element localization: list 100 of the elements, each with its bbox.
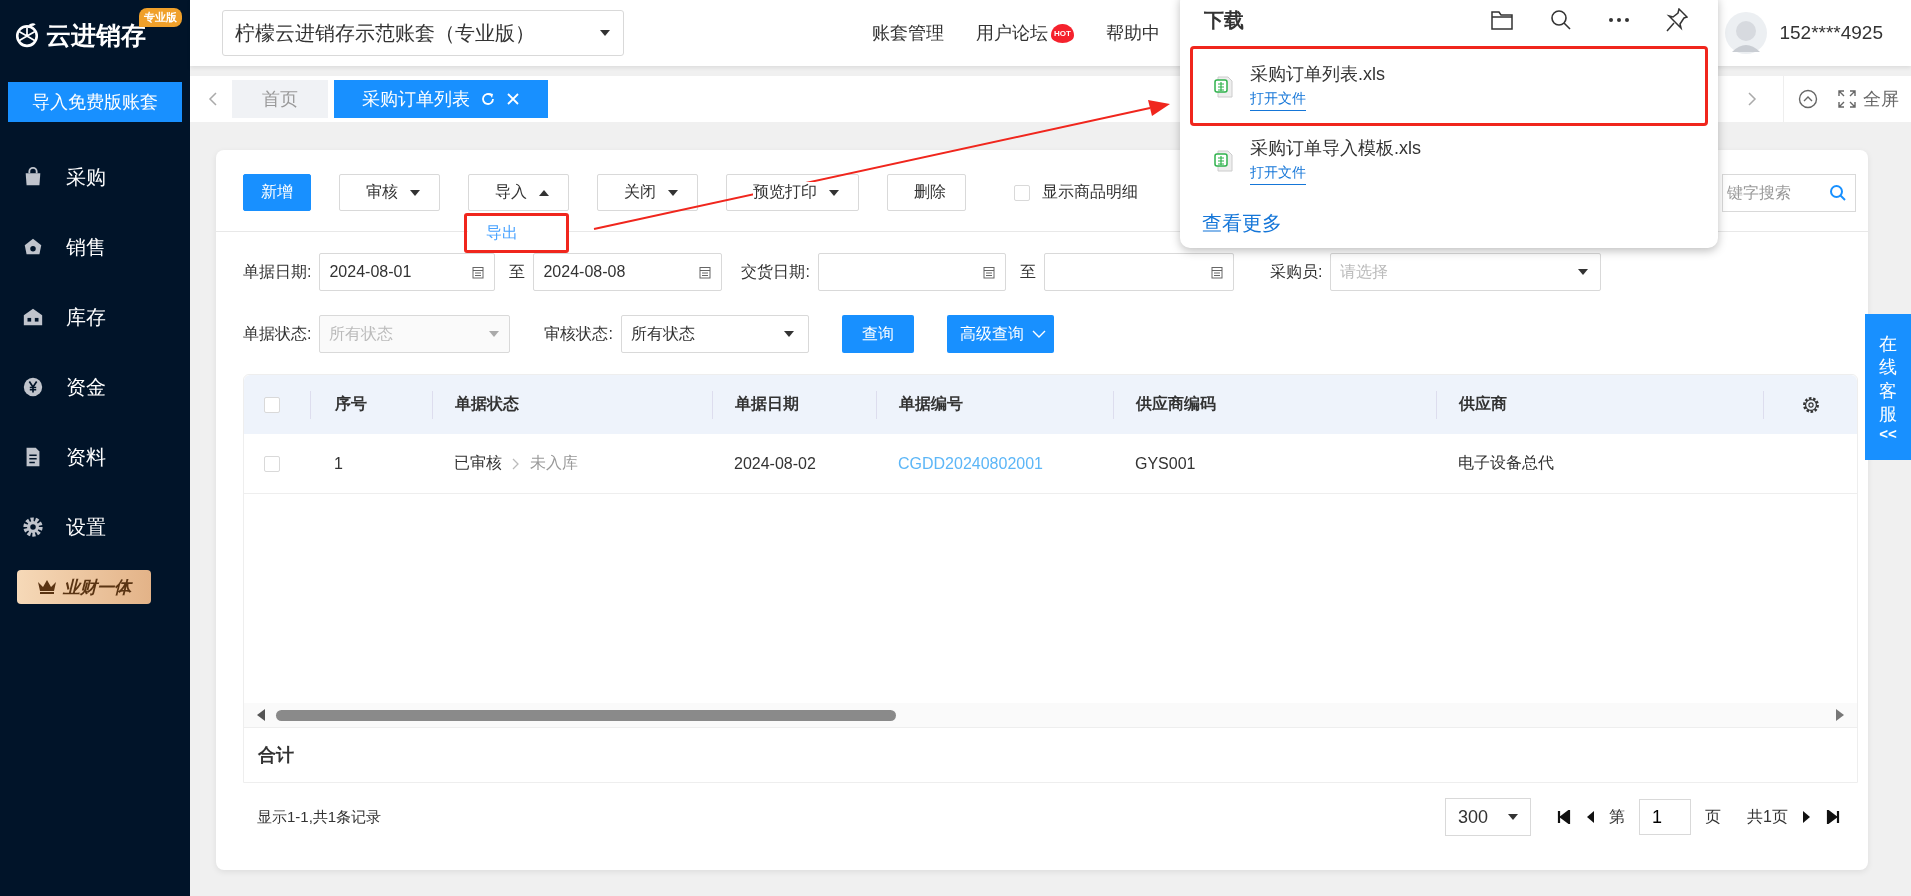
nav-link[interactable]: 用户论坛 HOT — [976, 21, 1074, 45]
date-field[interactable] — [1043, 253, 1234, 291]
spreadsheet-file-icon — [1214, 148, 1234, 172]
spreadsheet-file-icon — [1214, 74, 1234, 98]
sidebar-menu-item[interactable]: 库存 — [0, 282, 190, 352]
page-suffix: 页 — [1705, 806, 1722, 827]
column-header: 单据编号 — [876, 390, 1113, 419]
column-header: 单据状态 — [432, 390, 712, 419]
table-cell-text: 电子设备总代 — [1457, 453, 1555, 473]
close-icon[interactable] — [506, 92, 520, 106]
toolbar-button[interactable]: 导入 — [468, 174, 569, 211]
sidebar-menu-item[interactable]: 设置 — [0, 492, 190, 562]
calendar-icon — [982, 265, 995, 279]
downloads-title: 下载 — [1204, 7, 1244, 33]
caret-icon — [599, 29, 611, 37]
avatar-icon — [1725, 12, 1768, 54]
collapse-up-icon[interactable] — [1798, 89, 1818, 109]
folder-icon[interactable] — [1490, 9, 1514, 31]
filter-label: 审核状态: — [544, 323, 613, 344]
date-field[interactable]: 2024-08-01 — [319, 253, 496, 291]
date-field[interactable] — [817, 253, 1006, 291]
caret-icon — [829, 189, 839, 196]
date-field[interactable]: 2024-08-08 — [533, 253, 723, 291]
scrollbar-thumb[interactable] — [276, 709, 896, 721]
promo-badge[interactable]: 业财一体 — [17, 570, 151, 604]
toolbar-button[interactable]: 删除 — [887, 174, 966, 211]
edition-badge: 专业版 — [139, 8, 182, 27]
account-select[interactable]: 柠檬云进销存示范账套（专业版） — [222, 10, 624, 56]
checkbox[interactable] — [264, 396, 280, 413]
column-header: 供应商 — [1436, 390, 1763, 419]
open-file-link[interactable]: 打开文件 — [1250, 89, 1306, 111]
more-icon[interactable] — [1608, 17, 1630, 23]
caret-icon — [668, 189, 678, 196]
chevron-down-icon — [1031, 330, 1046, 338]
fullscreen-icon — [1838, 90, 1856, 108]
see-more-link[interactable]: 查看更多 — [1190, 210, 1282, 237]
checkbox-label: 显示商品明细 — [1042, 182, 1138, 202]
filter-label: 采购员: — [1269, 261, 1323, 282]
toolbar-button[interactable]: 审核 — [339, 174, 440, 211]
fullscreen-button[interactable]: 全屏 — [1838, 87, 1899, 111]
checkbox[interactable] — [264, 455, 280, 472]
calendar-icon — [472, 265, 485, 279]
caret-icon — [1508, 814, 1519, 820]
search-icon[interactable] — [1550, 9, 1572, 31]
previous-page-icon[interactable] — [1585, 810, 1596, 824]
record-summary: 显示1-1,共1条记录 — [256, 807, 382, 827]
hot-badge: HOT — [1051, 23, 1074, 43]
horizontal-scrollbar[interactable] — [244, 703, 1857, 727]
caret-icon — [489, 331, 500, 337]
lemon-logo-icon — [14, 22, 40, 48]
open-file-link[interactable]: 打开文件 — [1250, 163, 1306, 185]
chevron-right-icon — [512, 457, 520, 470]
file-name: 采购订单导入模板.xls — [1250, 136, 1421, 160]
yen-coin-icon — [22, 376, 44, 398]
sidebar-menu-item[interactable]: 资料 — [0, 422, 190, 492]
calendar-icon — [1210, 265, 1223, 279]
filter-label: 单据状态: — [243, 323, 312, 344]
search-field[interactable]: 键字搜索 — [1722, 173, 1856, 212]
page-size-select[interactable]: 300 — [1445, 798, 1532, 836]
filter-label: 至 — [509, 261, 526, 282]
stock-status-text: 未入库 — [530, 453, 578, 473]
column-header: 供应商编码 — [1113, 390, 1436, 419]
total-label: 合计 — [258, 744, 294, 767]
caret-icon — [539, 189, 549, 196]
user-account[interactable]: 152****4925 — [1779, 22, 1883, 44]
column-header: 单据日期 — [712, 390, 876, 419]
table-cell-text: 2024-08-02 — [733, 454, 817, 473]
checkbox[interactable] — [1014, 184, 1030, 201]
crown-icon — [37, 579, 57, 595]
first-page-icon[interactable] — [1557, 810, 1572, 824]
calendar-icon — [699, 265, 712, 279]
caret-icon — [783, 331, 794, 337]
chevron-right-icon[interactable] — [1747, 91, 1757, 107]
total-pages: 共1页 — [1747, 806, 1788, 827]
refresh-icon[interactable] — [480, 91, 496, 107]
caret-icon — [1578, 269, 1589, 275]
scroll-left-icon[interactable] — [256, 709, 266, 721]
nav-link[interactable]: 帮助中 — [1105, 21, 1160, 45]
sidebar-menu-item[interactable]: 销售 — [0, 212, 190, 282]
sidebar-menu-item[interactable]: 采购 — [0, 142, 190, 212]
toolbar-button[interactable]: 关闭 — [597, 174, 698, 211]
pin-icon[interactable] — [1666, 8, 1688, 32]
filter-label: 单据日期: — [243, 261, 312, 282]
page-prefix: 第 — [1609, 806, 1626, 827]
download-item[interactable]: 采购订单列表.xls 打开文件 — [1190, 46, 1708, 126]
nav-link[interactable]: 账套管理 — [872, 21, 944, 45]
chevron-left-icon[interactable] — [208, 91, 218, 107]
select-field[interactable]: 所有状态 — [620, 315, 809, 353]
table-cell-text: GYS001 — [1134, 454, 1197, 473]
table-cell-text: 1 — [333, 454, 344, 473]
scroll-right-icon[interactable] — [1835, 709, 1845, 721]
column-header: 序号 — [310, 390, 432, 419]
settings-icon[interactable] — [1800, 394, 1821, 415]
page-input[interactable]: 1 — [1639, 799, 1692, 835]
store-icon — [22, 306, 44, 328]
sidebar-menu-item[interactable]: 资金 — [0, 352, 190, 422]
next-page-icon[interactable] — [1802, 810, 1812, 824]
gear-icon — [22, 516, 44, 538]
toolbar-button[interactable]: 预览打印 — [726, 174, 859, 211]
last-page-icon[interactable] — [1826, 810, 1840, 824]
